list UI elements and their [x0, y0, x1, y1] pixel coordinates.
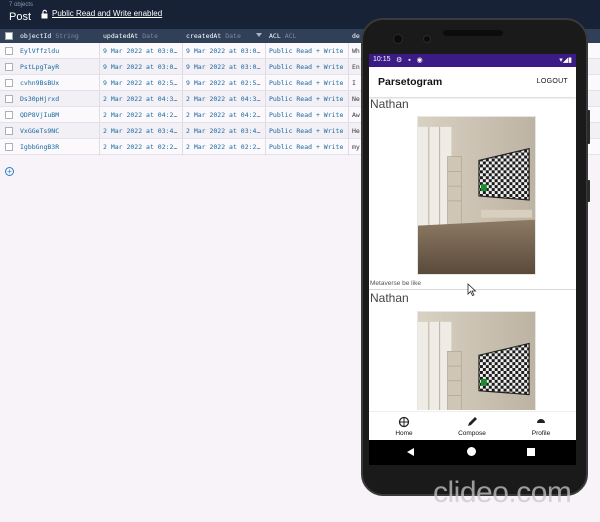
- cell-acl[interactable]: Public Read + Write: [266, 59, 349, 75]
- column-header-createdat[interactable]: createdAt Date: [183, 29, 266, 43]
- row-checkbox[interactable]: [5, 111, 13, 119]
- cell-updatedat[interactable]: 2 Mar 2022 at 02:2…: [100, 139, 183, 155]
- column-header-updatedat[interactable]: updatedAt Date: [100, 29, 183, 43]
- android-status-bar: 10:15 ⚙ ▪ ◉ ▾◢▮: [369, 54, 576, 67]
- home-icon: [398, 416, 410, 428]
- recents-icon[interactable]: [527, 448, 535, 456]
- cell-updatedat[interactable]: 9 Mar 2022 at 03:0…: [100, 43, 183, 59]
- object-count: 7 objects: [9, 2, 34, 8]
- cell-objectid[interactable]: VxGGeTs9NC: [17, 123, 100, 139]
- cell-createdat[interactable]: 2 Mar 2022 at 04:3…: [183, 91, 266, 107]
- cell-updatedat[interactable]: 9 Mar 2022 at 03:0…: [100, 59, 183, 75]
- power-button: [587, 180, 590, 202]
- app-title: Parsetogram: [378, 76, 443, 88]
- status-notification-icons: ⚙ ▪ ◉: [396, 57, 425, 64]
- nav-compose[interactable]: Compose: [442, 412, 502, 441]
- class-name: Post: [9, 11, 32, 23]
- cell-createdat[interactable]: 9 Mar 2022 at 03:0…: [183, 59, 266, 75]
- nav-home[interactable]: Home: [374, 412, 434, 441]
- row-checkbox[interactable]: [5, 127, 13, 135]
- post-username: Nathan: [370, 291, 409, 305]
- cell-acl[interactable]: Public Read + Write: [266, 43, 349, 59]
- profile-icon: [537, 419, 545, 423]
- row-checkbox[interactable]: [5, 79, 13, 87]
- cell-objectid[interactable]: EylVffzldu: [17, 43, 100, 59]
- bottom-navigation: Home Compose Profile: [369, 411, 576, 440]
- cell-acl[interactable]: Public Read + Write: [266, 91, 349, 107]
- phone-speaker: [443, 30, 503, 36]
- nav-compose-label: Compose: [458, 430, 486, 437]
- cell-objectid[interactable]: cvhn9BsBUx: [17, 75, 100, 91]
- nav-home-label: Home: [395, 430, 413, 437]
- cell-acl[interactable]: Public Read + Write: [266, 139, 349, 155]
- cell-createdat[interactable]: 2 Mar 2022 at 02:2…: [183, 139, 266, 155]
- app-bar: Parsetogram LOGOUT: [369, 67, 576, 97]
- row-checkbox[interactable]: [5, 95, 13, 103]
- status-time: 10:15: [373, 56, 391, 63]
- post-image[interactable]: [417, 116, 536, 275]
- sensor-icon: [423, 35, 431, 43]
- cell-createdat[interactable]: 9 Mar 2022 at 03:0…: [183, 43, 266, 59]
- logout-button[interactable]: LOGOUT: [537, 78, 568, 85]
- cell-objectid[interactable]: QDP8VjIuBM: [17, 107, 100, 123]
- post-image[interactable]: [417, 311, 536, 410]
- post-feed[interactable]: Nathan Metaverse be like Nathan: [369, 97, 576, 410]
- post-caption: Metaverse be like: [370, 280, 421, 287]
- column-header-acl[interactable]: ACL ACL: [266, 29, 349, 43]
- post-username: Nathan: [370, 97, 409, 111]
- add-row-icon[interactable]: +: [5, 167, 14, 176]
- cell-updatedat[interactable]: 2 Mar 2022 at 04:3…: [100, 91, 183, 107]
- cell-createdat[interactable]: 2 Mar 2022 at 03:4…: [183, 123, 266, 139]
- phone-screen: 10:15 ⚙ ▪ ◉ ▾◢▮ Parsetogram LOGOUT Natha…: [369, 54, 576, 465]
- watermark: clideo.com: [433, 476, 572, 509]
- cell-updatedat[interactable]: 2 Mar 2022 at 04:2…: [100, 107, 183, 123]
- back-icon[interactable]: [407, 448, 414, 456]
- lock-icon: [41, 9, 48, 19]
- cell-acl[interactable]: Public Read + Write: [266, 123, 349, 139]
- row-checkbox[interactable]: [5, 63, 13, 71]
- android-navigation-bar: [369, 440, 576, 465]
- cell-acl[interactable]: Public Read + Write: [266, 75, 349, 91]
- volume-button: [587, 110, 590, 144]
- cell-createdat[interactable]: 2 Mar 2022 at 04:2…: [183, 107, 266, 123]
- cell-objectid[interactable]: Ds30pHjrxd: [17, 91, 100, 107]
- nav-profile[interactable]: Profile: [511, 412, 571, 441]
- cell-createdat[interactable]: 9 Mar 2022 at 02:5…: [183, 75, 266, 91]
- home-circle-icon[interactable]: [467, 447, 476, 456]
- acl-status-link[interactable]: Public Read and Write enabled: [52, 9, 162, 18]
- row-checkbox[interactable]: [5, 143, 13, 151]
- cell-acl[interactable]: Public Read + Write: [266, 107, 349, 123]
- signal-battery-icon: ▾◢▮: [559, 57, 572, 64]
- mouse-cursor-icon: [467, 283, 477, 296]
- column-header-objectid[interactable]: objectId String: [17, 29, 100, 43]
- cell-objectid[interactable]: IgbbGngB3R: [17, 139, 100, 155]
- cell-updatedat[interactable]: 9 Mar 2022 at 02:5…: [100, 75, 183, 91]
- nav-profile-label: Profile: [531, 430, 551, 437]
- cell-updatedat[interactable]: 2 Mar 2022 at 03:4…: [100, 123, 183, 139]
- row-checkbox[interactable]: [5, 47, 13, 55]
- sort-descending-icon[interactable]: [256, 33, 262, 37]
- select-all-checkbox[interactable]: [5, 32, 13, 40]
- pencil-icon: [468, 417, 477, 426]
- cell-objectid[interactable]: PstLpgTayR: [17, 59, 100, 75]
- front-camera-icon: [393, 34, 403, 44]
